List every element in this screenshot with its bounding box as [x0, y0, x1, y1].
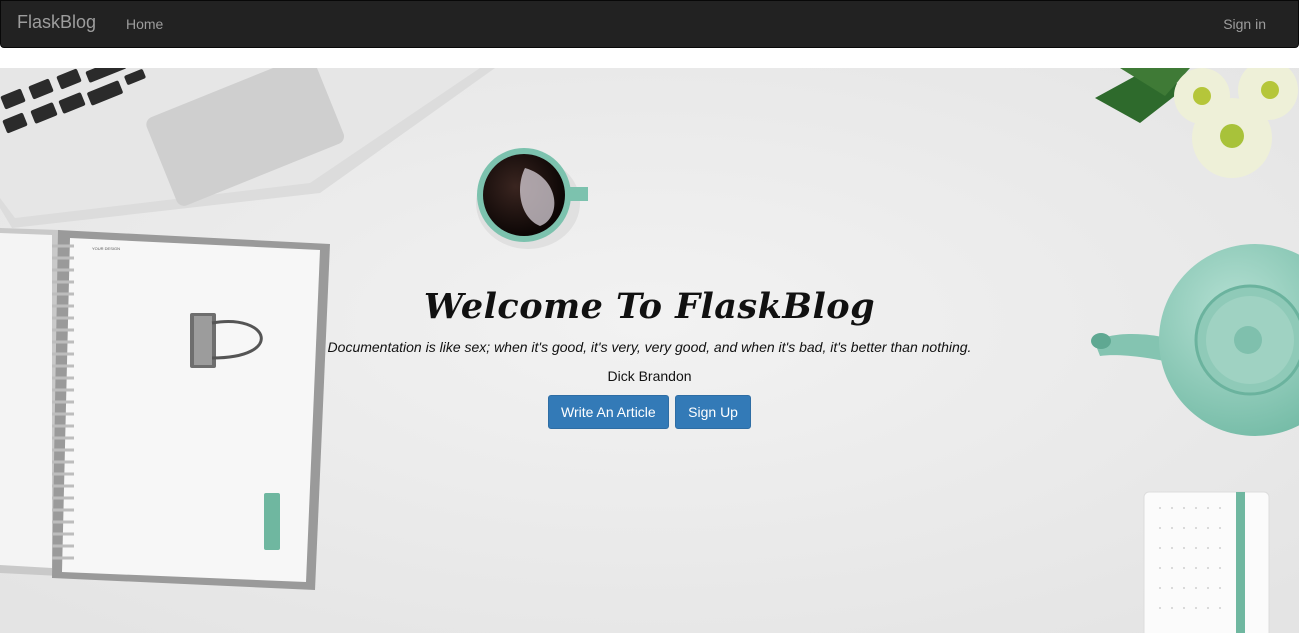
hero-buttons: Write An Article Sign Up — [0, 395, 1299, 429]
hero-title: Welcome To FlaskBlog — [423, 286, 876, 327]
quote-author: Dick Brandon — [607, 368, 692, 384]
hero-content: Welcome To FlaskBlog Documentation is li… — [0, 282, 1299, 429]
hero-section: YOUR DESIGN Welcome To FlaskBlog Documen… — [0, 68, 1299, 633]
nav-home-link[interactable]: Home — [126, 14, 163, 34]
notebook-cover-text: YOUR DESIGN — [92, 246, 120, 251]
top-navbar: FlaskBlog Home Sign in — [0, 0, 1299, 48]
nav-signin-link[interactable]: Sign in — [1223, 14, 1266, 34]
hero-quote: Documentation is like sex; when it's goo… — [327, 339, 972, 355]
brand-link[interactable]: FlaskBlog — [17, 12, 96, 32]
sign-up-button[interactable]: Sign Up — [675, 395, 751, 429]
write-article-button[interactable]: Write An Article — [548, 395, 669, 429]
dotted-notebook-image — [1143, 491, 1270, 633]
